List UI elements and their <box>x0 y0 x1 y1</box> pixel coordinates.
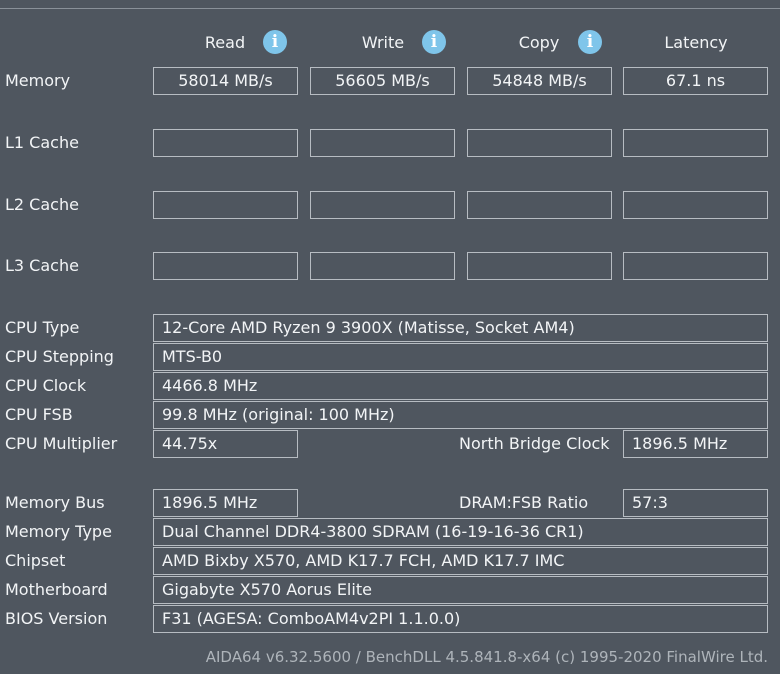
l1-read-value <box>153 129 298 157</box>
write-info-icon[interactable]: i <box>422 30 446 54</box>
chipset-label: Chipset <box>5 551 66 570</box>
l3-latency-value <box>623 252 768 280</box>
l3-write-value <box>310 252 455 280</box>
l1-write-value <box>310 129 455 157</box>
l2-latency-value <box>623 191 768 219</box>
memory-write-value: 56605 MB/s <box>310 67 455 95</box>
header-read: Read <box>204 33 246 52</box>
header-latency: Latency <box>664 33 728 52</box>
cpu-multiplier-value: 44.75x <box>153 430 298 458</box>
row-label-l1-cache: L1 Cache <box>5 133 79 152</box>
l3-read-value <box>153 252 298 280</box>
row-label-l2-cache: L2 Cache <box>5 195 79 214</box>
memory-read-value: 58014 MB/s <box>153 67 298 95</box>
chipset-value: AMD Bixby X570, AMD K17.7 FCH, AMD K17.7… <box>153 547 768 575</box>
cpu-clock-value: 4466.8 MHz <box>153 372 768 400</box>
top-divider <box>0 8 780 9</box>
memory-bus-label: Memory Bus <box>5 493 105 512</box>
memory-type-label: Memory Type <box>5 522 112 541</box>
row-label-memory: Memory <box>5 71 71 90</box>
north-bridge-clock-value: 1896.5 MHz <box>623 430 768 458</box>
footer-copyright: AIDA64 v6.32.5600 / BenchDLL 4.5.841.8-x… <box>205 648 768 666</box>
dram-fsb-ratio-value: 57:3 <box>623 489 768 517</box>
l2-read-value <box>153 191 298 219</box>
l3-copy-value <box>467 252 612 280</box>
dram-fsb-ratio-label: DRAM:FSB Ratio <box>459 493 589 512</box>
memory-latency-value: 67.1 ns <box>623 67 768 95</box>
motherboard-label: Motherboard <box>5 580 108 599</box>
header-copy: Copy <box>518 33 560 52</box>
bios-version-value: F31 (AGESA: ComboAM4v2PI 1.1.0.0) <box>153 605 768 633</box>
l2-copy-value <box>467 191 612 219</box>
memory-type-value: Dual Channel DDR4-3800 SDRAM (16-19-16-3… <box>153 518 768 546</box>
cpu-type-value: 12-Core AMD Ryzen 9 3900X (Matisse, Sock… <box>153 314 768 342</box>
cpu-fsb-value: 99.8 MHz (original: 100 MHz) <box>153 401 768 429</box>
memory-copy-value: 54848 MB/s <box>467 67 612 95</box>
l1-latency-value <box>623 129 768 157</box>
read-info-icon[interactable]: i <box>263 30 287 54</box>
cpu-clock-label: CPU Clock <box>5 376 87 395</box>
cpu-stepping-value: MTS-B0 <box>153 343 768 371</box>
l2-write-value <box>310 191 455 219</box>
cpu-fsb-label: CPU FSB <box>5 405 73 424</box>
cpu-multiplier-label: CPU Multiplier <box>5 434 118 453</box>
cpu-type-label: CPU Type <box>5 318 80 337</box>
north-bridge-clock-label: North Bridge Clock <box>459 434 610 453</box>
motherboard-value: Gigabyte X570 Aorus Elite <box>153 576 768 604</box>
row-label-l3-cache: L3 Cache <box>5 256 79 275</box>
copy-info-icon[interactable]: i <box>578 30 602 54</box>
bios-version-label: BIOS Version <box>5 609 108 628</box>
header-write: Write <box>361 33 405 52</box>
memory-bus-value: 1896.5 MHz <box>153 489 298 517</box>
l1-copy-value <box>467 129 612 157</box>
cpu-stepping-label: CPU Stepping <box>5 347 114 366</box>
